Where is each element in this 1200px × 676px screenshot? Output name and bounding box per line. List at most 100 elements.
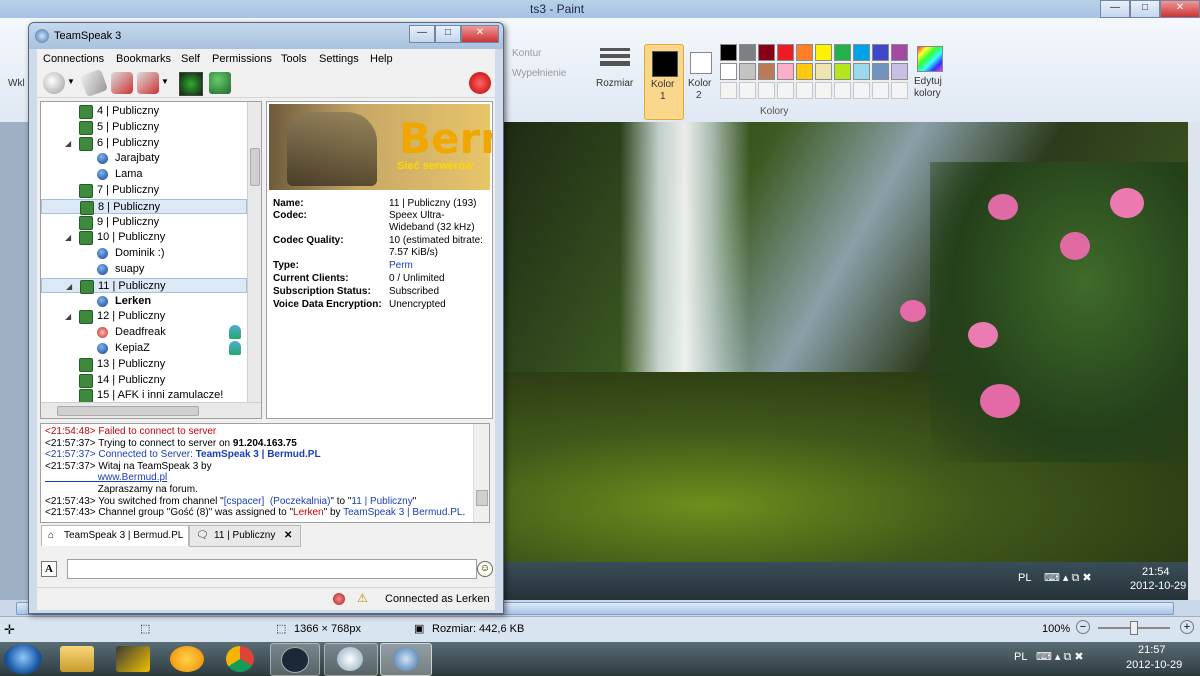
palette-swatch-empty[interactable] — [720, 82, 737, 99]
mute-speakers-icon[interactable] — [137, 72, 159, 94]
client-row[interactable]: Deadfreak — [41, 325, 247, 340]
clock-date[interactable]: 2012-10-29 — [1126, 659, 1182, 671]
clock-time[interactable]: 21:57 — [1138, 644, 1166, 656]
palette-swatch[interactable] — [872, 44, 889, 61]
menu-bookmarks[interactable]: Bookmarks — [116, 53, 171, 65]
palette-swatch[interactable] — [872, 63, 889, 80]
channel-row[interactable]: 7 | Publiczny — [41, 183, 247, 198]
log-vscroll-thumb[interactable] — [476, 490, 488, 506]
palette-swatch-empty[interactable] — [739, 82, 756, 99]
tab-channel[interactable]: 🗨 11 | Publiczny ✕ — [189, 525, 301, 547]
palette-swatch[interactable] — [739, 44, 756, 61]
close-button[interactable]: ✕ — [1160, 0, 1200, 18]
palette-swatch-empty[interactable] — [853, 82, 870, 99]
record-icon[interactable] — [333, 593, 345, 605]
zoom-out-button[interactable]: − — [1076, 620, 1090, 634]
palette-swatch-empty[interactable] — [815, 82, 832, 99]
zoom-in-button[interactable]: + — [1180, 620, 1194, 634]
chat-input[interactable] — [67, 559, 477, 579]
tree-hscroll[interactable] — [41, 402, 261, 418]
menu-settings[interactable]: Settings — [319, 53, 359, 65]
channel-row[interactable]: ◢ 12 | Publiczny — [41, 309, 247, 325]
contacts-icon[interactable] — [209, 72, 231, 94]
expand-arrow-icon[interactable]: ◢ — [65, 309, 71, 324]
edit-colors-label-2[interactable]: kolory — [914, 88, 941, 99]
log-vscroll[interactable] — [473, 424, 489, 522]
tray-icons[interactable]: ⌨ ▴ ⧉ ✖ — [1036, 650, 1084, 664]
client-row[interactable]: Lerken — [41, 294, 247, 309]
canvas-image[interactable] — [500, 122, 1188, 562]
explorer-icon[interactable] — [60, 646, 94, 672]
chat-log[interactable]: <21:54:48> Failed to connect to server <2… — [40, 423, 490, 523]
palette-swatch-empty[interactable] — [834, 82, 851, 99]
smiley-icon[interactable] — [170, 646, 204, 672]
color2-button[interactable]: Kolor 2 — [686, 44, 716, 118]
size-button[interactable]: Rozmiar — [596, 78, 633, 89]
expand-arrow-icon[interactable]: ◢ — [65, 136, 71, 151]
palette-swatch[interactable] — [891, 63, 908, 80]
client-row[interactable]: Lama — [41, 167, 247, 182]
palette-swatch[interactable] — [853, 44, 870, 61]
channel-row[interactable]: 9 | Publiczny — [41, 215, 247, 230]
winamp-icon[interactable] — [116, 646, 150, 672]
palette-swatch[interactable] — [853, 63, 870, 80]
disconnect-icon[interactable] — [79, 68, 109, 98]
server-banner[interactable]: Berm Sieć serwerów — [269, 104, 492, 190]
mute-microphone-icon[interactable] — [111, 72, 133, 94]
palette-swatch-empty[interactable] — [796, 82, 813, 99]
start-button[interactable] — [4, 644, 42, 674]
palette-swatch-empty[interactable] — [872, 82, 889, 99]
edit-colors-icon[interactable] — [917, 46, 943, 72]
ts-maximize-button[interactable]: □ — [435, 25, 461, 43]
size-icon[interactable] — [600, 46, 630, 68]
tab-close-icon[interactable]: ✕ — [284, 526, 292, 546]
expand-arrow-icon[interactable]: ◢ — [66, 279, 72, 294]
channel-row[interactable]: 5 | Publiczny — [41, 120, 247, 135]
palette-swatch[interactable] — [777, 44, 794, 61]
palette-swatch[interactable] — [796, 44, 813, 61]
client-row[interactable]: Dominik :) — [41, 246, 247, 261]
emoticon-icon[interactable]: ☺ — [477, 561, 493, 577]
fill-dropdown[interactable]: Wypełnienie — [512, 68, 566, 79]
maximize-button[interactable]: □ — [1130, 0, 1160, 18]
menu-permissions[interactable]: Permissions — [212, 53, 272, 65]
palette-swatch[interactable] — [796, 63, 813, 80]
channel-tree[interactable]: 4 | Publiczny 5 | Publiczny ◢ 6 | Publiczny… — [40, 101, 262, 419]
palette-swatch-empty[interactable] — [891, 82, 908, 99]
tree-vscroll[interactable] — [247, 102, 261, 402]
info-value[interactable]: Perm — [389, 260, 489, 272]
palette-swatch[interactable] — [758, 44, 775, 61]
server-away-icon[interactable] — [469, 72, 491, 94]
paint-taskbar-button[interactable] — [324, 643, 378, 676]
palette-swatch-empty[interactable] — [758, 82, 775, 99]
menu-connections[interactable]: Connections — [43, 53, 104, 65]
palette-swatch[interactable] — [758, 63, 775, 80]
language-indicator[interactable]: PL — [1014, 651, 1027, 663]
menu-help[interactable]: Help — [370, 53, 393, 65]
menu-self[interactable]: Self — [181, 53, 200, 65]
palette-swatch[interactable] — [815, 44, 832, 61]
client-row[interactable]: suapy — [41, 262, 247, 277]
channel-row[interactable]: 8 | Publiczny — [41, 198, 247, 215]
teamspeak-taskbar-button[interactable] — [380, 643, 432, 676]
tab-server[interactable]: ⌂ TeamSpeak 3 | Bermud.PL — [41, 525, 189, 546]
warning-icon[interactable]: ⚠ — [357, 591, 368, 605]
palette-swatch[interactable] — [834, 63, 851, 80]
steam-taskbar-button[interactable] — [270, 643, 320, 676]
palette-swatch[interactable] — [739, 63, 756, 80]
minimize-button[interactable]: — — [1100, 0, 1130, 18]
color1-button[interactable]: Kolor 1 — [644, 44, 684, 120]
menu-tools[interactable]: Tools — [281, 53, 307, 65]
palette-swatch[interactable] — [834, 44, 851, 61]
ts-close-button[interactable]: ✕ — [461, 25, 499, 43]
text-format-icon[interactable]: A — [41, 561, 57, 577]
ts-minimize-button[interactable]: — — [409, 25, 435, 43]
paint-vscroll[interactable] — [1188, 122, 1200, 600]
outline-dropdown[interactable]: Kontur — [512, 48, 541, 59]
palette-swatch[interactable] — [720, 63, 737, 80]
channel-row[interactable]: 4 | Publiczny — [41, 104, 247, 119]
channel-row[interactable]: ◢ 6 | Publiczny — [41, 136, 247, 151]
palette-swatch[interactable] — [815, 63, 832, 80]
connect-dropdown-icon[interactable]: ▼ — [67, 77, 75, 86]
edit-colors-label-1[interactable]: Edytuj — [914, 76, 942, 87]
